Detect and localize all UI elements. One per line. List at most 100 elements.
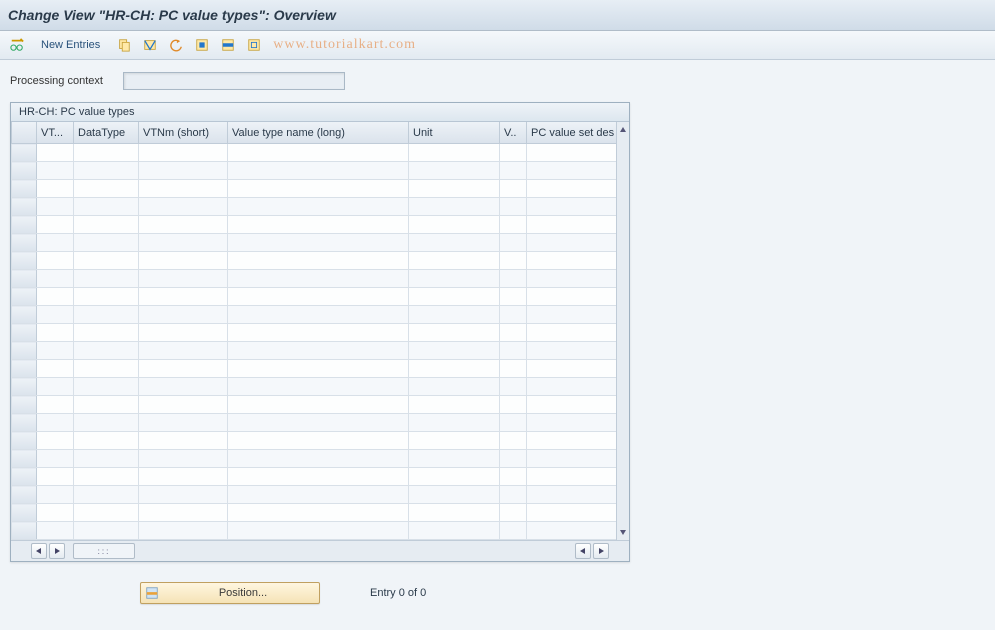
cell-v[interactable] (500, 342, 527, 360)
cell-datatype[interactable] (74, 162, 139, 180)
cell-datatype[interactable] (74, 468, 139, 486)
cell-pc_set[interactable] (527, 306, 617, 324)
cell-unit[interactable] (409, 270, 500, 288)
cell-vt[interactable] (37, 414, 74, 432)
cell-vtnm_long[interactable] (228, 468, 409, 486)
cell-vtnm_short[interactable] (139, 324, 228, 342)
table-row[interactable] (12, 252, 617, 270)
cell-datatype[interactable] (74, 234, 139, 252)
cell-v[interactable] (500, 252, 527, 270)
cell-datatype[interactable] (74, 342, 139, 360)
cell-vtnm_short[interactable] (139, 288, 228, 306)
cell-pc_set[interactable] (527, 324, 617, 342)
cell-datatype[interactable] (74, 288, 139, 306)
cell-vtnm_short[interactable] (139, 378, 228, 396)
cell-vtnm_short[interactable] (139, 144, 228, 162)
cell-vtnm_short[interactable] (139, 270, 228, 288)
cell-vt[interactable] (37, 324, 74, 342)
cell-pc_set[interactable] (527, 198, 617, 216)
cell-unit[interactable] (409, 396, 500, 414)
cell-unit[interactable] (409, 252, 500, 270)
horizontal-scrollbar[interactable]: ::: (11, 540, 629, 561)
cell-pc_set[interactable] (527, 216, 617, 234)
row-selector[interactable] (12, 522, 37, 540)
cell-datatype[interactable] (74, 198, 139, 216)
cell-unit[interactable] (409, 180, 500, 198)
cell-vtnm_short[interactable] (139, 504, 228, 522)
cell-vtnm_short[interactable] (139, 162, 228, 180)
cell-vtnm_long[interactable] (228, 252, 409, 270)
cell-unit[interactable] (409, 234, 500, 252)
cell-pc_set[interactable] (527, 342, 617, 360)
cell-datatype[interactable] (74, 252, 139, 270)
cell-vtnm_short[interactable] (139, 360, 228, 378)
cell-vt[interactable] (37, 342, 74, 360)
cell-datatype[interactable] (74, 144, 139, 162)
table-row[interactable] (12, 468, 617, 486)
cell-unit[interactable] (409, 288, 500, 306)
cell-v[interactable] (500, 162, 527, 180)
cell-unit[interactable] (409, 432, 500, 450)
row-selector[interactable] (12, 252, 37, 270)
cell-vt[interactable] (37, 396, 74, 414)
cell-v[interactable] (500, 504, 527, 522)
row-selector[interactable] (12, 378, 37, 396)
undo-button[interactable] (165, 34, 187, 56)
row-selector[interactable] (12, 306, 37, 324)
cell-vt[interactable] (37, 522, 74, 540)
table-row[interactable] (12, 504, 617, 522)
cell-vtnm_short[interactable] (139, 486, 228, 504)
cell-vt[interactable] (37, 216, 74, 234)
table-row[interactable] (12, 270, 617, 288)
cell-v[interactable] (500, 432, 527, 450)
cell-vt[interactable] (37, 504, 74, 522)
row-selector[interactable] (12, 324, 37, 342)
cell-unit[interactable] (409, 198, 500, 216)
cell-unit[interactable] (409, 144, 500, 162)
table-row[interactable] (12, 162, 617, 180)
cell-vt[interactable] (37, 378, 74, 396)
cell-datatype[interactable] (74, 396, 139, 414)
cell-datatype[interactable] (74, 432, 139, 450)
cell-vtnm_short[interactable] (139, 252, 228, 270)
scroll-right-button-2[interactable] (593, 543, 609, 559)
table-row[interactable] (12, 144, 617, 162)
cell-pc_set[interactable] (527, 180, 617, 198)
row-selector[interactable] (12, 468, 37, 486)
row-selector[interactable] (12, 234, 37, 252)
cell-vtnm_long[interactable] (228, 198, 409, 216)
row-selector[interactable] (12, 288, 37, 306)
cell-v[interactable] (500, 306, 527, 324)
cell-vtnm_long[interactable] (228, 504, 409, 522)
cell-pc_set[interactable] (527, 378, 617, 396)
row-selector[interactable] (12, 504, 37, 522)
column-header-vtnm_long[interactable]: Value type name (long) (228, 122, 409, 144)
cell-v[interactable] (500, 414, 527, 432)
cell-v[interactable] (500, 324, 527, 342)
deselect-all-button[interactable] (243, 34, 265, 56)
cell-unit[interactable] (409, 306, 500, 324)
table-row[interactable] (12, 486, 617, 504)
cell-vtnm_short[interactable] (139, 180, 228, 198)
cell-v[interactable] (500, 216, 527, 234)
cell-unit[interactable] (409, 342, 500, 360)
cell-v[interactable] (500, 198, 527, 216)
column-header-datatype[interactable]: DataType (74, 122, 139, 144)
row-selector-header[interactable] (12, 122, 37, 144)
cell-v[interactable] (500, 450, 527, 468)
cell-vtnm_long[interactable] (228, 486, 409, 504)
cell-datatype[interactable] (74, 522, 139, 540)
table-row[interactable] (12, 450, 617, 468)
table-row[interactable] (12, 324, 617, 342)
select-block-button[interactable] (217, 34, 239, 56)
cell-vtnm_long[interactable] (228, 360, 409, 378)
cell-v[interactable] (500, 360, 527, 378)
cell-vtnm_short[interactable] (139, 216, 228, 234)
cell-datatype[interactable] (74, 270, 139, 288)
cell-pc_set[interactable] (527, 504, 617, 522)
cell-pc_set[interactable] (527, 360, 617, 378)
cell-unit[interactable] (409, 360, 500, 378)
cell-datatype[interactable] (74, 378, 139, 396)
table-row[interactable] (12, 432, 617, 450)
cell-unit[interactable] (409, 162, 500, 180)
